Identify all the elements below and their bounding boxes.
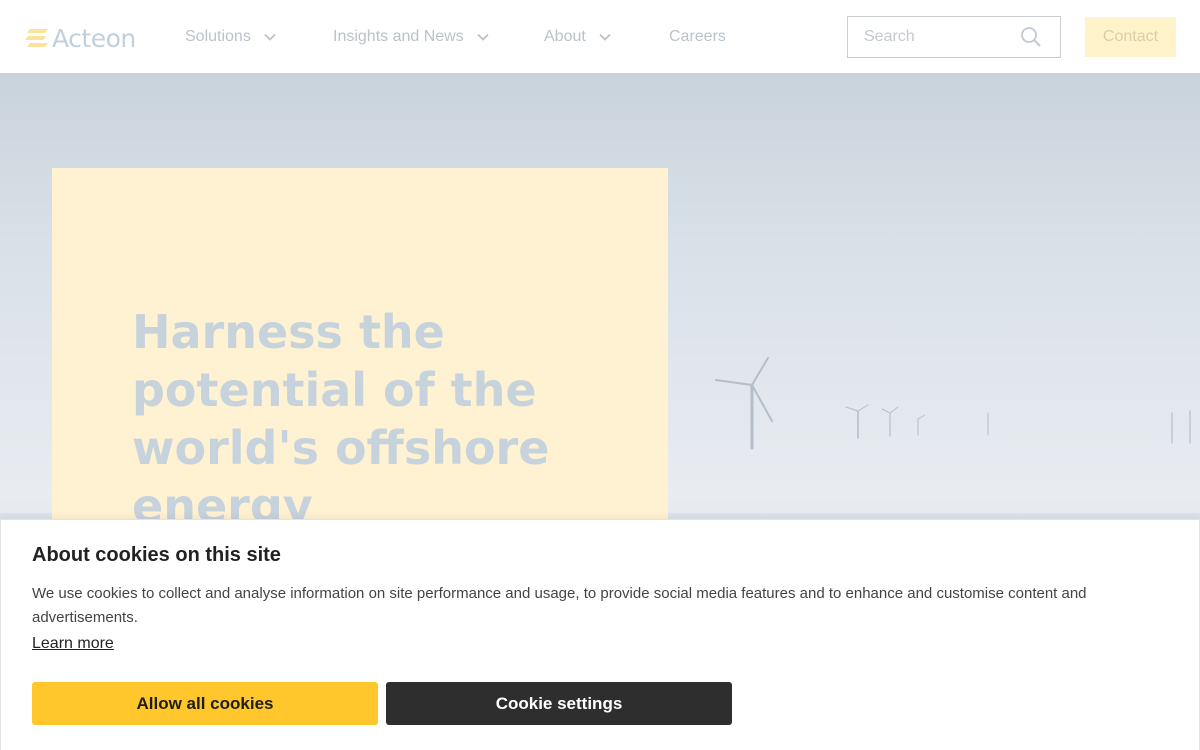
search-box	[847, 16, 1061, 58]
nav-item-careers[interactable]: Careers	[669, 0, 726, 73]
cookie-settings-button[interactable]: Cookie settings	[386, 682, 732, 725]
logo-mark-icon	[25, 29, 48, 47]
nav-label: Solutions	[185, 27, 251, 45]
search-icon[interactable]	[1020, 26, 1042, 48]
nav-label: About	[544, 27, 586, 45]
nav-label: Careers	[669, 27, 726, 45]
allow-all-cookies-button[interactable]: Allow all cookies	[32, 682, 378, 725]
cookie-banner-title: About cookies on this site	[32, 544, 281, 566]
nav-item-insights-and-news[interactable]: Insights and News	[333, 0, 490, 73]
logo-text: Acteon	[52, 23, 136, 53]
cookie-banner-text: We use cookies to collect and analyse in…	[32, 585, 1087, 626]
nav-item-about[interactable]: About	[544, 0, 612, 73]
chevron-down-icon	[477, 33, 489, 41]
cookie-banner: About cookies on this site We use cookie…	[0, 519, 1200, 750]
acteon-logo[interactable]: Acteon	[24, 22, 136, 54]
hero-card: Harness the potential of the world's off…	[52, 168, 668, 591]
site-header: Acteon Solutions Insights and News About…	[0, 0, 1200, 73]
chevron-down-icon	[599, 33, 611, 41]
chevron-down-icon	[264, 33, 276, 41]
learn-more-link[interactable]: Learn more	[32, 635, 114, 653]
nav-item-solutions[interactable]: Solutions	[185, 0, 277, 73]
contact-button[interactable]: Contact	[1085, 17, 1176, 57]
search-input[interactable]	[848, 17, 1018, 57]
nav-label: Insights and News	[333, 27, 464, 45]
